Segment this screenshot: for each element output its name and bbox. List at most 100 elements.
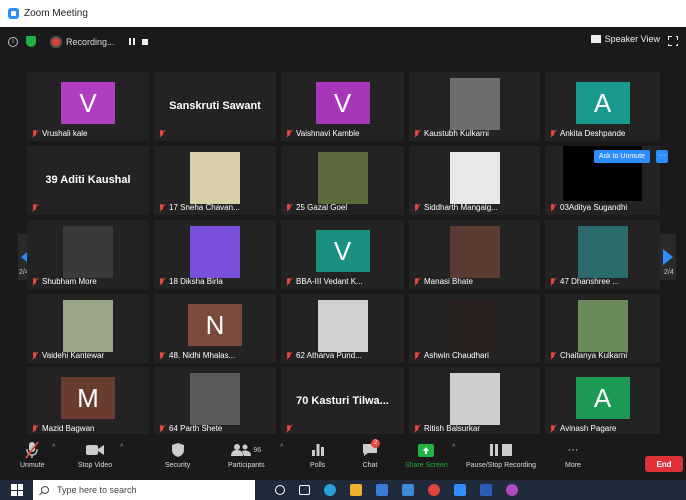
participant-name-label: Chaitanya Kulkarni: [550, 351, 627, 360]
participant-tile[interactable]: 18 Diksha Birla: [154, 220, 276, 289]
participant-tile[interactable]: V Vrushali kale: [27, 72, 149, 141]
participant-name-text: 64 Parth Shete: [169, 424, 223, 433]
participant-name-label: 62 Atharva Pund...: [286, 351, 362, 360]
end-meeting-button[interactable]: End: [645, 456, 683, 472]
participant-name-text: 47 Dhanshree ...: [560, 277, 620, 286]
cortana-icon[interactable]: [275, 485, 285, 495]
word-icon[interactable]: [480, 484, 492, 496]
participant-name-label: Siddharth Mangalg...: [414, 203, 498, 212]
zoom-taskbar-icon[interactable]: [454, 484, 466, 496]
participant-tile[interactable]: Siddharth Mangalg...: [409, 146, 540, 215]
chrome-icon[interactable]: [428, 484, 440, 496]
stop-video-button[interactable]: Stop Video: [78, 439, 112, 469]
participants-count: 96: [253, 446, 262, 454]
participant-tile[interactable]: Sanskruti Sawant: [154, 72, 276, 141]
security-button[interactable]: Security: [165, 439, 190, 469]
participant-avatar: A: [575, 82, 630, 124]
participant-tile[interactable]: Ashwin Chaudhari: [409, 294, 540, 363]
taskbar-search-box[interactable]: Type here to search: [33, 480, 255, 500]
encryption-shield-icon[interactable]: [24, 35, 38, 49]
stop-recording-icon[interactable]: [141, 38, 148, 45]
participant-tile[interactable]: 25 Gazal Goel: [281, 146, 404, 215]
video-options-chevron-icon[interactable]: ^: [120, 444, 123, 451]
participant-display-name: Sanskruti Sawant: [169, 100, 261, 112]
participant-tile[interactable]: A Ankita Deshpande: [545, 72, 660, 141]
chat-unread-badge: 2: [371, 439, 380, 448]
more-button[interactable]: ··· More: [565, 439, 581, 469]
participant-tile[interactable]: 70 Kasturi Tilwa...: [281, 367, 404, 436]
participant-tile[interactable]: Vaidehi Kantewar: [27, 294, 149, 363]
mic-muted-icon: [159, 277, 165, 286]
participant-tile[interactable]: Kaustubh Kulkarni: [409, 72, 540, 141]
participant-name-label: Vrushali kale: [32, 129, 88, 138]
app-icon[interactable]: [506, 484, 518, 496]
unmute-button[interactable]: Unmute: [20, 439, 45, 469]
fullscreen-icon[interactable]: [667, 35, 679, 47]
participant-profile-photo: [449, 300, 500, 352]
participant-tile[interactable]: V BBA-III Vedant K...: [281, 220, 404, 289]
mic-muted-icon: [32, 129, 38, 138]
search-icon: [41, 486, 49, 494]
mic-muted-icon: [414, 351, 420, 360]
participant-profile-photo: [63, 226, 113, 278]
participant-tile[interactable]: Ritish Balsurkar: [409, 367, 540, 436]
participants-button[interactable]: 96 Participants: [228, 439, 265, 469]
windows-start-icon[interactable]: [11, 484, 23, 496]
participant-name-text: Manasi Bhate: [424, 277, 473, 286]
participant-name-label: Mazid Bagwan: [32, 424, 94, 433]
file-explorer-icon[interactable]: [350, 484, 362, 496]
participant-avatar: V: [61, 82, 115, 124]
participant-tile[interactable]: 64 Parth Shete: [154, 367, 276, 436]
participant-tile[interactable]: M Mazid Bagwan: [27, 367, 149, 436]
pause-stop-recording-button[interactable]: Pause/Stop Recording: [466, 439, 536, 469]
store-icon[interactable]: [376, 484, 388, 496]
participant-name-text: Shubham More: [42, 277, 97, 286]
participant-tile[interactable]: N 48. Nidhi Mhalas...: [154, 294, 276, 363]
pause-recording-icon[interactable]: [128, 38, 135, 45]
mail-icon[interactable]: [402, 484, 414, 496]
mic-muted-icon: [550, 203, 556, 212]
participant-profile-photo: [577, 226, 628, 278]
participant-name-text: Ritish Balsurkar: [424, 424, 481, 433]
chat-button[interactable]: 2 Chat: [362, 439, 380, 469]
participant-profile-photo: [317, 300, 368, 352]
ask-to-unmute-button[interactable]: Ask to Unmute: [594, 150, 650, 163]
participant-name-label: [159, 130, 169, 138]
task-view-icon[interactable]: [299, 485, 310, 495]
participant-tile[interactable]: 17 Sneha Chavan...: [154, 146, 276, 215]
participant-tile[interactable]: Chaitanya Kulkarni: [545, 294, 660, 363]
participant-tile[interactable]: Shubham More: [27, 220, 149, 289]
participant-tile[interactable]: V Vaishnavi Kamble: [281, 72, 404, 141]
participant-profile-photo: [449, 152, 500, 204]
participant-name-text: Chaitanya Kulkarni: [560, 351, 628, 360]
mic-muted-icon: [32, 204, 38, 212]
taskbar-search-placeholder: Type here to search: [57, 485, 137, 495]
mic-muted-icon: [32, 351, 38, 360]
participant-more-button[interactable]: ···: [656, 150, 668, 163]
participant-tile[interactable]: Manasi Bhate: [409, 220, 540, 289]
meeting-info-icon[interactable]: i: [8, 36, 18, 47]
share-options-chevron-icon[interactable]: ^: [452, 444, 455, 451]
participant-profile-photo: [190, 373, 240, 425]
participant-name-text: 03Aditya Sugandhi: [560, 203, 628, 212]
participant-name-label: 48. Nidhi Mhalas...: [159, 351, 235, 360]
participant-profile-photo: [449, 226, 500, 278]
participant-name-label: [32, 204, 42, 212]
speaker-view-button[interactable]: Speaker View: [590, 34, 660, 44]
participant-tile[interactable]: 47 Dhanshree ...: [545, 220, 660, 289]
recording-dot-icon: [52, 37, 60, 46]
participant-tile[interactable]: 39 Aditi Kaushal: [27, 146, 149, 215]
participant-tile[interactable]: A Avinash Pagare: [545, 367, 660, 436]
mic-muted-icon: [550, 129, 556, 138]
participant-name-label: Vaidehi Kantewar: [32, 351, 104, 360]
participants-icon: 96: [231, 439, 261, 461]
participant-tile[interactable]: 62 Atharva Pund...: [281, 294, 404, 363]
participant-name-label: Manasi Bhate: [414, 277, 473, 286]
audio-options-chevron-icon[interactable]: ^: [52, 444, 55, 451]
polls-bar-chart-icon: [311, 439, 324, 461]
polls-button[interactable]: Polls: [310, 439, 325, 469]
share-screen-button[interactable]: Share Screen: [405, 439, 448, 469]
participants-options-chevron-icon[interactable]: ^: [280, 444, 283, 451]
mic-muted-icon: [550, 424, 556, 433]
edge-browser-icon[interactable]: [324, 484, 336, 496]
